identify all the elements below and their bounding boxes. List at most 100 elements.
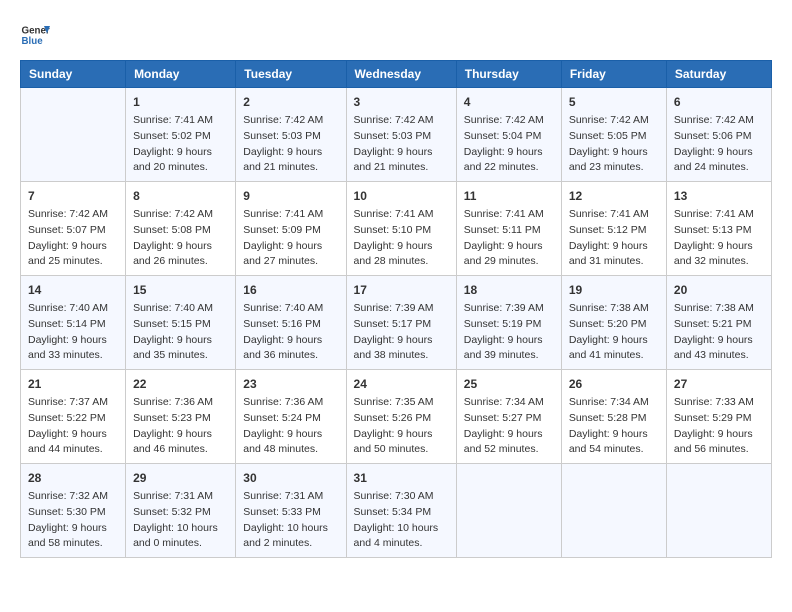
day-number: 28 [28, 469, 118, 487]
day-info: Daylight: 9 hours [354, 145, 449, 161]
day-info: Sunset: 5:12 PM [569, 223, 659, 239]
day-cell: 13Sunrise: 7:41 AMSunset: 5:13 PMDayligh… [666, 182, 771, 276]
week-row-2: 7Sunrise: 7:42 AMSunset: 5:07 PMDaylight… [21, 182, 772, 276]
header-row: SundayMondayTuesdayWednesdayThursdayFrid… [21, 61, 772, 88]
day-info: Sunset: 5:17 PM [354, 317, 449, 333]
day-info: and 25 minutes. [28, 254, 118, 270]
day-cell: 17Sunrise: 7:39 AMSunset: 5:17 PMDayligh… [346, 276, 456, 370]
day-info: Sunrise: 7:36 AM [243, 395, 338, 411]
day-info: Sunrise: 7:37 AM [28, 395, 118, 411]
day-info: and 20 minutes. [133, 160, 228, 176]
day-info: Sunrise: 7:35 AM [354, 395, 449, 411]
logo: General Blue [20, 20, 50, 50]
day-info: Sunrise: 7:42 AM [354, 113, 449, 129]
day-info: Sunrise: 7:30 AM [354, 489, 449, 505]
day-info: and 23 minutes. [569, 160, 659, 176]
day-info: Sunset: 5:07 PM [28, 223, 118, 239]
day-cell: 31Sunrise: 7:30 AMSunset: 5:34 PMDayligh… [346, 464, 456, 558]
day-cell: 11Sunrise: 7:41 AMSunset: 5:11 PMDayligh… [456, 182, 561, 276]
day-number: 25 [464, 375, 554, 393]
day-info: Sunset: 5:24 PM [243, 411, 338, 427]
day-info: Sunrise: 7:34 AM [464, 395, 554, 411]
day-cell: 19 Sunrise: 7:38 AMSunset: 5:20 PMDayligh… [561, 276, 666, 370]
day-info: and 44 minutes. [28, 442, 118, 458]
day-info: and 35 minutes. [133, 348, 228, 364]
day-number: 7 [28, 187, 118, 205]
day-cell: 30Sunrise: 7:31 AMSunset: 5:33 PMDayligh… [236, 464, 346, 558]
day-cell: 8Sunrise: 7:42 AMSunset: 5:08 PMDaylight… [126, 182, 236, 276]
day-number: 23 [243, 375, 338, 393]
day-cell [561, 464, 666, 558]
day-number: 26 [569, 375, 659, 393]
day-info: Daylight: 9 hours [569, 333, 659, 349]
day-info: Sunset: 5:29 PM [674, 411, 764, 427]
week-row-5: 28Sunrise: 7:32 AMSunset: 5:30 PMDayligh… [21, 464, 772, 558]
day-info: Sunset: 5:05 PM [569, 129, 659, 145]
day-info: Sunset: 5:22 PM [28, 411, 118, 427]
day-info: Sunset: 5:15 PM [133, 317, 228, 333]
day-info: Sunrise: 7:31 AM [133, 489, 228, 505]
day-number: 6 [674, 93, 764, 111]
day-number: 17 [354, 281, 449, 299]
page-header: General Blue [20, 20, 772, 50]
day-info: Daylight: 9 hours [569, 427, 659, 443]
day-info: Sunrise: 7:41 AM [674, 207, 764, 223]
day-info: Sunrise: 7:38 AM [569, 301, 659, 317]
day-info: and 32 minutes. [674, 254, 764, 270]
day-cell: 9Sunrise: 7:41 AMSunset: 5:09 PMDaylight… [236, 182, 346, 276]
day-cell: 22Sunrise: 7:36 AMSunset: 5:23 PMDayligh… [126, 370, 236, 464]
day-number: 30 [243, 469, 338, 487]
day-info: Sunset: 5:08 PM [133, 223, 228, 239]
day-info: Daylight: 9 hours [133, 427, 228, 443]
day-info: Sunset: 5:20 PM [569, 317, 659, 333]
day-cell [456, 464, 561, 558]
day-info: and 27 minutes. [243, 254, 338, 270]
header-wednesday: Wednesday [346, 61, 456, 88]
day-info: Sunset: 5:27 PM [464, 411, 554, 427]
day-info: Daylight: 9 hours [464, 239, 554, 255]
day-info: Daylight: 9 hours [243, 239, 338, 255]
day-info: Sunrise: 7:42 AM [674, 113, 764, 129]
day-info: Daylight: 9 hours [28, 239, 118, 255]
day-info: and 29 minutes. [464, 254, 554, 270]
day-info: Sunrise: 7:41 AM [133, 113, 228, 129]
day-info: Sunrise: 7:41 AM [243, 207, 338, 223]
day-info: and 0 minutes. [133, 536, 228, 552]
day-cell: 5Sunrise: 7:42 AMSunset: 5:05 PMDaylight… [561, 88, 666, 182]
svg-text:Blue: Blue [22, 36, 44, 47]
day-info: and 50 minutes. [354, 442, 449, 458]
day-cell: 29Sunrise: 7:31 AMSunset: 5:32 PMDayligh… [126, 464, 236, 558]
day-info: and 54 minutes. [569, 442, 659, 458]
day-info: Daylight: 9 hours [354, 239, 449, 255]
day-cell: 26Sunrise: 7:34 AMSunset: 5:28 PMDayligh… [561, 370, 666, 464]
day-info: Daylight: 9 hours [674, 333, 764, 349]
day-number: 3 [354, 93, 449, 111]
day-info: Sunset: 5:09 PM [243, 223, 338, 239]
day-info: Sunset: 5:04 PM [464, 129, 554, 145]
day-info: and 21 minutes. [243, 160, 338, 176]
day-number: 27 [674, 375, 764, 393]
day-cell: 10Sunrise: 7:41 AMSunset: 5:10 PMDayligh… [346, 182, 456, 276]
day-info: Sunset: 5:03 PM [354, 129, 449, 145]
day-number: 24 [354, 375, 449, 393]
day-info: Daylight: 9 hours [674, 239, 764, 255]
day-info: Daylight: 9 hours [674, 145, 764, 161]
day-cell: 23Sunrise: 7:36 AMSunset: 5:24 PMDayligh… [236, 370, 346, 464]
day-info: and 36 minutes. [243, 348, 338, 364]
day-info: Daylight: 9 hours [243, 145, 338, 161]
day-number: 19 [569, 281, 659, 299]
day-info: Sunrise: 7:42 AM [133, 207, 228, 223]
day-info: Sunset: 5:06 PM [674, 129, 764, 145]
day-info: and 58 minutes. [28, 536, 118, 552]
day-info: Sunset: 5:21 PM [674, 317, 764, 333]
day-cell: 1Sunrise: 7:41 AMSunset: 5:02 PMDaylight… [126, 88, 236, 182]
day-info: Sunrise: 7:42 AM [569, 113, 659, 129]
day-info: Sunset: 5:13 PM [674, 223, 764, 239]
day-info: Daylight: 10 hours [243, 521, 338, 537]
day-cell: 25Sunrise: 7:34 AMSunset: 5:27 PMDayligh… [456, 370, 561, 464]
header-friday: Friday [561, 61, 666, 88]
day-info: Sunrise: 7:39 AM [354, 301, 449, 317]
day-number: 16 [243, 281, 338, 299]
day-info: and 39 minutes. [464, 348, 554, 364]
day-info: Daylight: 9 hours [243, 333, 338, 349]
